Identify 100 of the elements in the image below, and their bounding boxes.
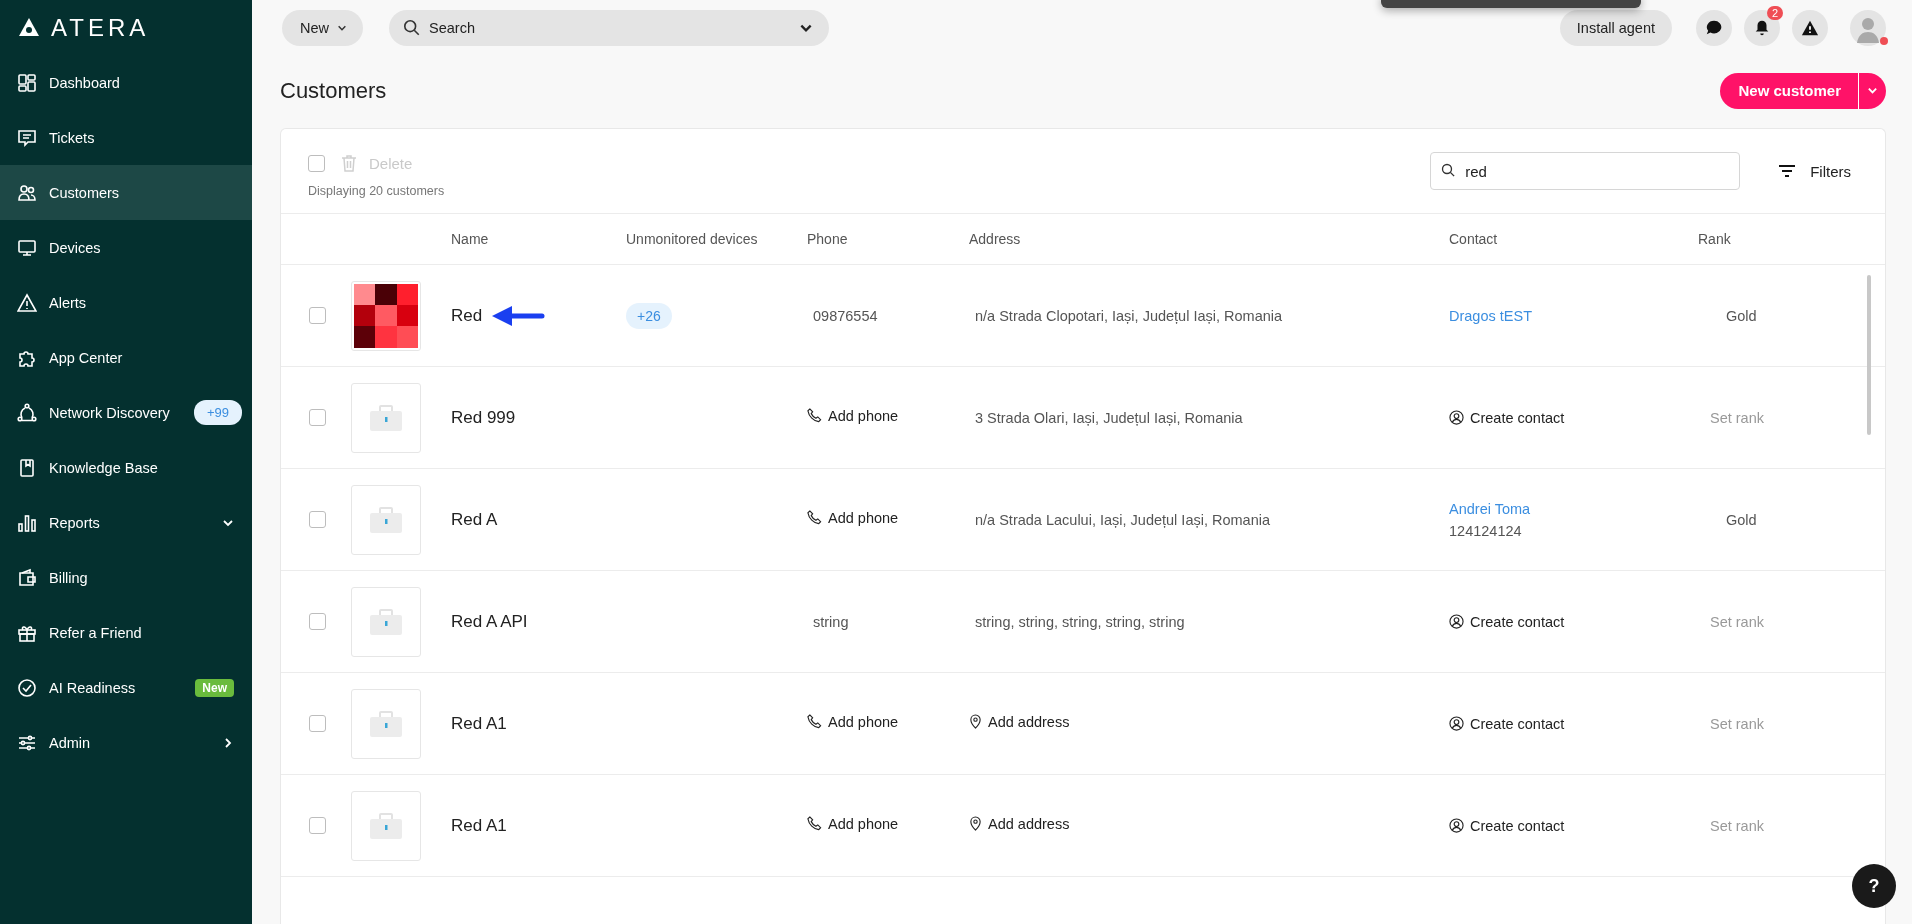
select-all-checkbox[interactable] [308, 154, 325, 172]
person-silhouette-icon [1850, 9, 1886, 46]
contact-phone: 124124124 [1449, 522, 1523, 539]
customer-name[interactable]: Red A API [451, 611, 528, 632]
add-phone-link[interactable]: Add phone [807, 815, 899, 832]
customer-name[interactable]: Red A1 [451, 713, 507, 734]
pixel-pattern-avatar [351, 280, 421, 351]
alerts-button[interactable] [1792, 9, 1828, 46]
bar-chart-icon [17, 512, 37, 533]
user-circle-icon [1449, 818, 1464, 833]
location-pin-icon [969, 816, 982, 832]
sidebar-item[interactable]: Customers [0, 165, 252, 220]
create-contact-link[interactable]: Create contact [1449, 817, 1698, 834]
add-phone-link[interactable]: Add phone [807, 509, 899, 526]
add-phone-link[interactable]: Add phone [807, 713, 899, 730]
brand-name: ATERA [51, 13, 150, 42]
add-phone-link[interactable]: Add phone [807, 407, 899, 424]
chat-button[interactable] [1696, 9, 1732, 46]
sidebar-item-label: Billing [49, 569, 89, 586]
sidebar-item[interactable]: Refer a Friend [0, 605, 252, 660]
phone-icon [807, 510, 822, 526]
sidebar-item-label: Dashboard [49, 74, 121, 91]
user-avatar[interactable] [1850, 9, 1886, 46]
briefcase-avatar [351, 586, 421, 657]
row-checkbox[interactable] [309, 613, 326, 630]
sidebar-item-label: Admin [49, 734, 92, 751]
search-icon [1441, 163, 1457, 178]
sidebar-item[interactable]: Billing [0, 550, 252, 605]
notifications-button[interactable]: 2 [1744, 9, 1780, 46]
briefcase-avatar [351, 382, 421, 453]
sidebar-item[interactable]: App Center [0, 330, 252, 385]
customer-name[interactable]: Red A [451, 509, 498, 530]
row-checkbox[interactable] [309, 817, 326, 834]
user-circle-icon [1449, 614, 1464, 629]
phone-icon [807, 816, 822, 832]
scrollbar[interactable] [1867, 275, 1871, 435]
chevron-down-icon [1867, 85, 1878, 96]
new-customer-button[interactable]: New customer [1720, 72, 1858, 109]
search-field[interactable]: Search [389, 9, 829, 46]
phone-icon [807, 714, 822, 730]
sidebar-item-label: Devices [49, 239, 102, 256]
address-text: n/a Strada Clopotari, Iași, Județul Iași, Romania [974, 307, 1283, 324]
network-icon [17, 402, 37, 423]
search-icon [403, 18, 421, 37]
sidebar-item-label: App Center [49, 349, 124, 366]
row-checkbox[interactable] [309, 409, 326, 426]
briefcase-avatar [351, 484, 421, 555]
new-button[interactable]: New [282, 9, 363, 46]
bell-icon [1753, 18, 1771, 37]
new-badge: New [195, 678, 234, 697]
count-badge: +99 [193, 400, 242, 425]
sidebar-item-label: AI Readiness [49, 679, 137, 696]
row-checkbox[interactable] [309, 715, 326, 732]
add-address-link[interactable]: Add address [969, 815, 1070, 832]
customer-name[interactable]: Red A1 [451, 815, 507, 836]
sidebar-item[interactable]: Reports [0, 495, 252, 550]
sidebar-item[interactable]: Tickets [0, 110, 252, 165]
sidebar-item[interactable]: Alerts [0, 275, 252, 330]
row-checkbox[interactable] [309, 511, 326, 528]
column-header: Rank [1698, 231, 1732, 247]
sidebar-item-label: Tickets [49, 129, 96, 146]
sidebar-item[interactable]: Admin [0, 715, 252, 770]
trash-icon [341, 154, 357, 172]
user-circle-icon [1449, 716, 1464, 731]
people-icon [17, 182, 37, 203]
chevron-right-icon [222, 736, 234, 749]
sidebar-item[interactable]: Dashboard [0, 55, 252, 110]
row-checkbox[interactable] [309, 307, 326, 324]
check-circle-icon [17, 677, 37, 698]
customer-name[interactable]: Red [451, 305, 483, 326]
monitor-icon [17, 237, 37, 258]
briefcase-avatar [351, 688, 421, 759]
create-contact-link[interactable]: Create contact [1449, 613, 1698, 630]
briefcase-avatar [351, 790, 421, 861]
create-contact-link[interactable]: Create contact [1449, 715, 1698, 732]
rank-text: Gold [1725, 511, 1757, 528]
page-title: Customers [280, 77, 387, 104]
sidebar-item-label: Knowledge Base [49, 459, 159, 476]
sidebar-item[interactable]: Network Discovery +99 [0, 385, 252, 440]
dropdown-button[interactable] [1858, 72, 1886, 109]
sidebar-item-label: Alerts [49, 294, 88, 311]
sidebar-item[interactable]: AI Readiness New [0, 660, 252, 715]
phone-number: 09876554 [812, 307, 878, 324]
customer-search-field[interactable]: red [1430, 152, 1741, 190]
install-agent-button[interactable]: Install agent [1559, 9, 1672, 46]
create-contact-link[interactable]: Create contact [1449, 409, 1698, 426]
sidebar-item[interactable]: Knowledge Base [0, 440, 252, 495]
add-address-link[interactable]: Add address [969, 713, 1070, 730]
filters-button[interactable]: Filters [1772, 161, 1857, 181]
contact-link[interactable]: Andrei Toma [1449, 500, 1698, 517]
address-text: string, string, string, string, string [974, 613, 1185, 630]
contact-link[interactable]: Dragos tEST [1449, 307, 1698, 324]
phone-number: string [812, 613, 849, 630]
notification-count-badge: 2 [1766, 5, 1783, 20]
sidebar-item[interactable]: Devices [0, 220, 252, 275]
filter-icon [1778, 164, 1797, 178]
customer-name[interactable]: Red 999 [451, 407, 516, 428]
book-icon [17, 457, 37, 478]
dashboard-icon [17, 72, 37, 93]
sidebar-item-label: Network Discovery [49, 404, 171, 421]
